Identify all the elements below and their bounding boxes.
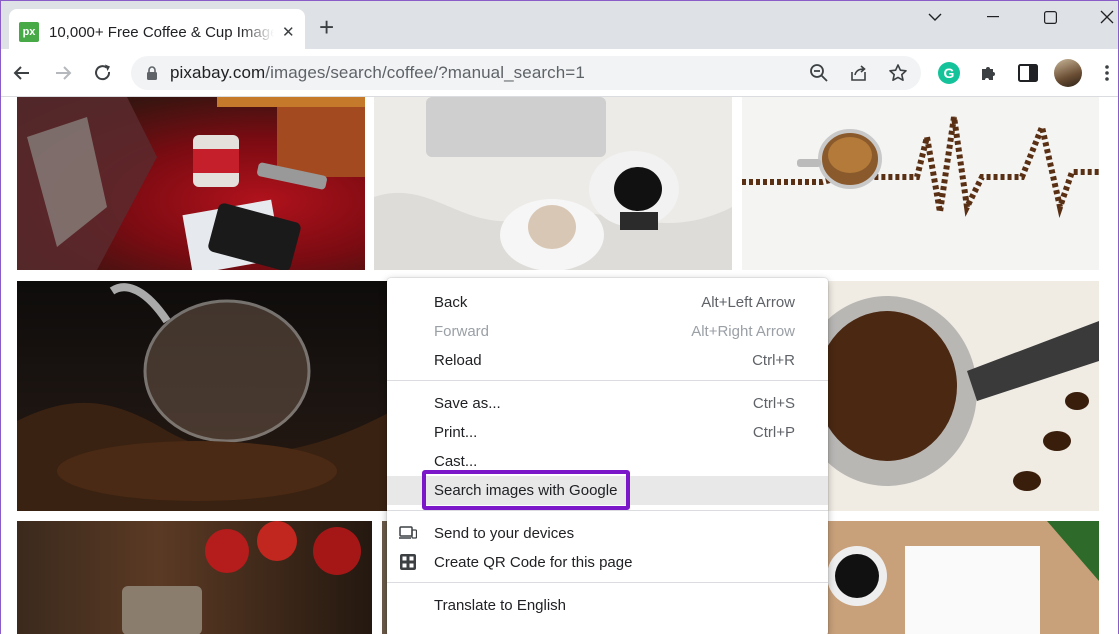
close-window-icon[interactable] — [1079, 1, 1119, 33]
menu-item-shortcut: Alt+Left Arrow — [701, 294, 795, 311]
image-coffee-mug-blanket[interactable] — [17, 97, 365, 270]
arrow-right-icon — [56, 66, 72, 80]
menu-item-label: Search images with Google — [434, 482, 618, 499]
menu-item-label: Back — [434, 294, 468, 311]
kebab-menu-icon[interactable] — [1095, 61, 1119, 85]
back-button[interactable] — [10, 61, 34, 85]
forward-button[interactable] — [51, 61, 75, 85]
minimize-icon[interactable] — [965, 1, 1021, 33]
menu-item-label: Cast... — [434, 453, 478, 470]
menu-item-forward[interactable]: Forward Alt+Right Arrow — [387, 317, 828, 346]
share-icon[interactable] — [849, 63, 869, 83]
menu-item-send-to-devices[interactable]: Send to your devices — [387, 519, 828, 548]
menu-item-label: Print... — [434, 424, 478, 441]
image-portafilter-grounds[interactable] — [827, 281, 1099, 511]
menu-separator — [387, 380, 828, 381]
grammarly-icon: G — [938, 62, 960, 84]
tab-title: 10,000+ Free Coffee & Cup Images — [49, 23, 274, 41]
menu-item-translate[interactable]: Translate to English — [387, 591, 828, 620]
menu-item-label: Save as... — [434, 395, 501, 412]
reload-button[interactable] — [91, 61, 115, 85]
image-coffee-heartbeat[interactable] — [742, 97, 1099, 270]
reload-icon — [95, 64, 111, 81]
puzzle-icon[interactable] — [977, 61, 1001, 85]
address-bar[interactable]: pixabay.com/images/search/coffee/?manual… — [131, 56, 921, 90]
zoom-icon[interactable] — [809, 63, 829, 83]
pixabay-favicon-icon: px — [19, 22, 39, 42]
star-icon[interactable] — [888, 63, 908, 83]
menu-item-print[interactable]: Print... Ctrl+P — [387, 418, 828, 447]
devices-icon — [399, 526, 417, 539]
menu-item-save-as[interactable]: Save as... Ctrl+S — [387, 389, 828, 418]
tab-search-chevron-icon[interactable] — [907, 1, 963, 33]
menu-separator — [387, 582, 828, 583]
menu-item-create-qr-code[interactable]: Create QR Code for this page — [387, 548, 828, 577]
maximize-icon[interactable] — [1022, 1, 1078, 33]
side-panel-icon[interactable] — [1016, 61, 1040, 85]
menu-item-shortcut: Alt+Right Arrow — [691, 323, 795, 340]
menu-item-label: Translate to English — [434, 597, 567, 614]
tab-strip: px 10,000+ Free Coffee & Cup Images ✕ + — [1, 1, 1118, 55]
menu-item-label: Forward — [434, 323, 490, 340]
menu-item-shortcut: Ctrl+R — [752, 352, 795, 369]
browser-toolbar: pixabay.com/images/search/coffee/?manual… — [1, 49, 1118, 97]
image-coffee-roses[interactable] — [17, 521, 372, 634]
menu-item-label: Send to your devices — [434, 525, 575, 542]
menu-item-back[interactable]: Back Alt+Left Arrow — [387, 288, 828, 317]
menu-item-label: Reload — [434, 352, 482, 369]
tab-close-icon[interactable]: ✕ — [282, 23, 295, 41]
url-text: pixabay.com/images/search/coffee/?manual… — [170, 63, 585, 82]
menu-item-shortcut: Ctrl+S — [752, 395, 795, 412]
context-menu: Back Alt+Left Arrow Forward Alt+Right Ar… — [387, 278, 828, 634]
menu-item-shortcut: Ctrl+P — [752, 424, 795, 441]
qr-code-icon — [400, 554, 416, 570]
image-coffee-bed-cake[interactable] — [374, 97, 732, 270]
grammarly-extension-button[interactable]: G — [937, 61, 961, 85]
lock-icon[interactable] — [146, 65, 158, 81]
menu-separator — [387, 510, 828, 511]
menu-item-label: Create QR Code for this page — [434, 554, 633, 571]
menu-item-reload[interactable]: Reload Ctrl+R — [387, 346, 828, 375]
profile-button[interactable] — [1054, 59, 1082, 87]
menu-item-cast[interactable]: Cast... — [387, 447, 828, 476]
image-coffee-notepad[interactable] — [827, 521, 1099, 634]
new-tab-icon[interactable]: + — [319, 14, 334, 40]
image-glass-cup-beans[interactable] — [17, 281, 392, 511]
arrow-left-icon — [13, 66, 29, 80]
avatar — [1054, 59, 1082, 87]
menu-item-search-images-with-google[interactable]: Search images with Google — [387, 476, 828, 505]
